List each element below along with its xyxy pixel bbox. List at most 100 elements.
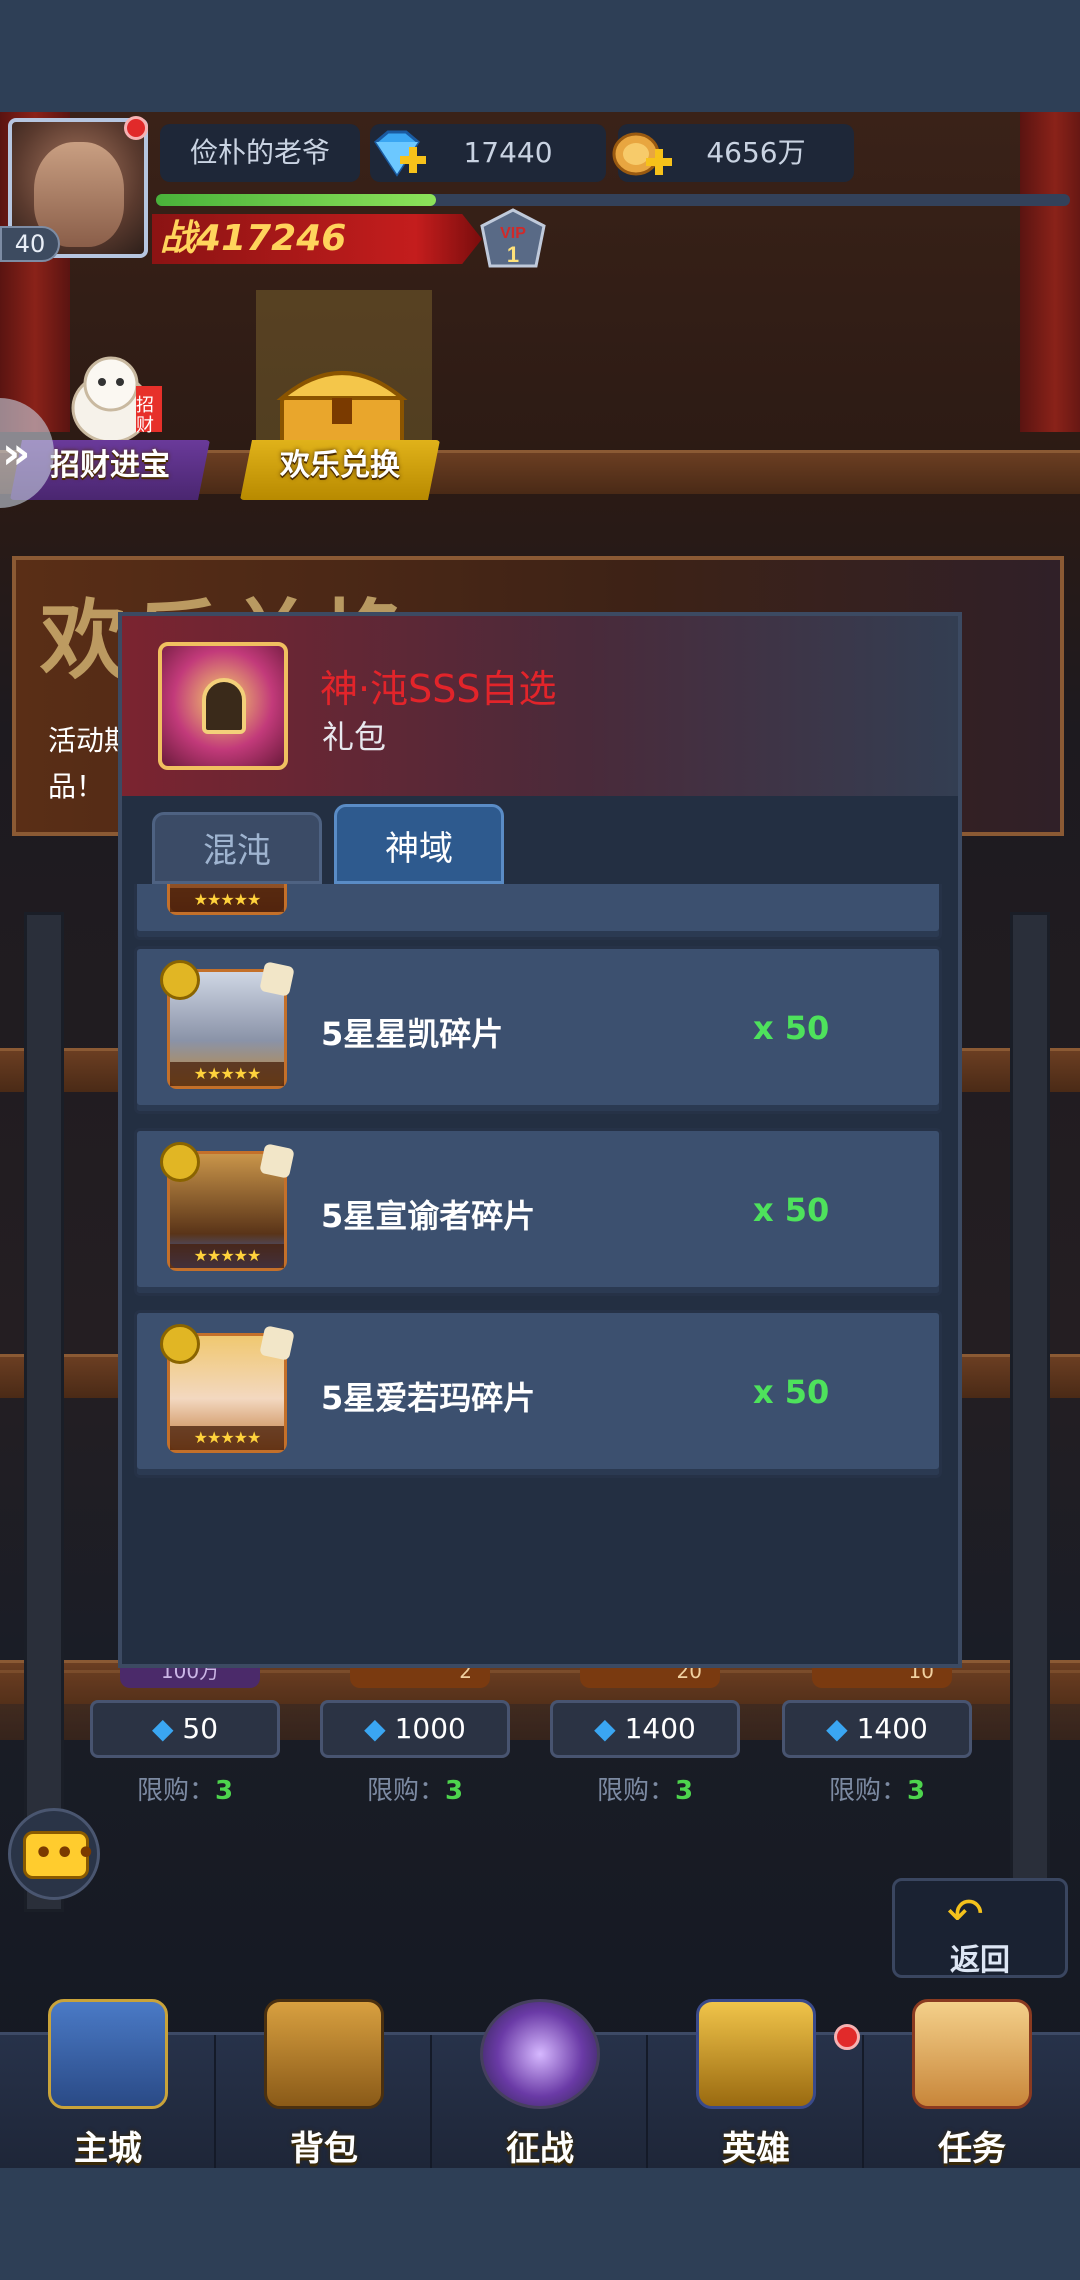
chat-button[interactable]: •••	[8, 1808, 100, 1900]
helmet-icon	[696, 1999, 816, 2109]
return-arrow-icon: ↶	[947, 1889, 984, 1940]
nav-label: 英雄	[722, 2129, 790, 2169]
diamond-icon: ◆	[826, 1712, 848, 1745]
limit-label: 限购：	[136, 1776, 215, 1806]
nav-item-main-city[interactable]: 主城	[0, 1999, 216, 2171]
item-quantity: x 50	[753, 1373, 830, 1411]
purchase-limit: 限购：3	[320, 1770, 510, 1807]
list-item: ★★★★★ 5星宣谕者碎片 x 50	[134, 1128, 942, 1296]
price-value: 1000	[394, 1712, 466, 1745]
experience-bar	[156, 194, 1070, 206]
bottom-system-band	[0, 2168, 1080, 2280]
experience-fill	[156, 194, 436, 206]
nav-label: 主城	[74, 2129, 142, 2169]
nav-item-campaign[interactable]: 征战	[432, 1999, 648, 2171]
star-rating: ★★★★★	[170, 888, 284, 912]
hero-portrait-icon: ★★★★★	[160, 960, 295, 1089]
limit-value: 3	[214, 1776, 234, 1806]
lucky-cat-sign: 招财	[136, 395, 154, 436]
activity-label: 欢乐兑换	[280, 448, 400, 483]
nav-label: 征战	[506, 2129, 574, 2169]
puzzle-piece-icon	[259, 1143, 295, 1179]
gold-plus-icon[interactable]	[610, 124, 674, 182]
power-value: 417246	[196, 218, 347, 259]
purchase-limit: 限购：3	[782, 1770, 972, 1807]
back-button[interactable]: ↶ 返回	[892, 1878, 1068, 1978]
item-name: 5星宣谕者碎片	[321, 1197, 536, 1235]
leaf-badge-icon	[160, 1142, 200, 1182]
nav-label: 背包	[290, 2129, 358, 2169]
modal-header: 神·沌SSS自选 礼包	[122, 616, 958, 796]
player-level: 40	[0, 226, 60, 262]
price-button[interactable]: ◆ 1400	[782, 1700, 972, 1758]
resource-bar: 俭朴的老爷 17440 4656万	[152, 120, 1072, 190]
back-label: 返回	[950, 1943, 1010, 1978]
item-name: 5星星凯碎片	[321, 1015, 504, 1053]
star-rating: ★★★★★	[170, 1244, 284, 1268]
modal-title: 神·沌SSS自选	[320, 667, 557, 711]
chat-bubble-icon: •••	[23, 1831, 96, 1879]
list-item: ★★★★★ 5星星凯碎片 x 50	[134, 946, 942, 1114]
power-prefix: 战	[160, 218, 197, 259]
diamond-plus-icon[interactable]	[366, 130, 428, 178]
vip-badge[interactable]: VIP 1	[478, 208, 548, 272]
backpack-chest-icon	[264, 1999, 384, 2109]
puzzle-piece-icon	[259, 1325, 295, 1361]
limit-label: 限购：	[366, 1776, 445, 1806]
double-chevron-right-icon: »	[2, 428, 31, 479]
item-name: 5星爱若玛碎片	[321, 1379, 536, 1417]
puzzle-piece-icon	[259, 961, 295, 997]
limit-label: 限购：	[596, 1776, 675, 1806]
combat-power: 战417246	[160, 214, 346, 264]
price-button[interactable]: ◆ 50	[90, 1700, 280, 1758]
price-value: 50	[182, 1712, 219, 1745]
price-button[interactable]: ◆ 1400	[550, 1700, 740, 1758]
diamond-icon: ◆	[364, 1712, 386, 1745]
pillar	[1010, 912, 1050, 1912]
item-quantity: x 50	[753, 1191, 830, 1229]
gift-pack-modal: 神·沌SSS自选 礼包 混沌 神域 ★★★★★ ★★★★★ 5星星凯碎片 x 5…	[118, 612, 962, 1668]
hero-portrait-icon: ★★★★★	[160, 1324, 295, 1453]
list-item: ★★★★★ 5星爱若玛碎片 x 50	[134, 1310, 942, 1478]
price-button[interactable]: ◆ 1000	[320, 1700, 510, 1758]
nav-item-heroes[interactable]: 英雄	[648, 1999, 864, 2171]
modal-subtitle: 礼包	[322, 718, 387, 756]
hero-portrait-icon: ★★★★★	[167, 884, 287, 915]
limit-value: 3	[674, 1776, 694, 1806]
tab-chaos[interactable]: 混沌	[152, 812, 322, 884]
item-quantity: x 50	[753, 1009, 830, 1047]
price-value: 1400	[856, 1712, 928, 1745]
leaf-badge-icon	[160, 1324, 200, 1364]
dragon-portal-icon	[480, 1999, 600, 2109]
hero-portrait-icon: ★★★★★	[160, 1142, 295, 1271]
nav-label: 任务	[938, 2129, 1006, 2169]
gift-chest-icon	[158, 642, 288, 770]
star-rating: ★★★★★	[170, 1426, 284, 1450]
bottom-nav: 主城 背包 征战 英雄 任务	[0, 1999, 1080, 2171]
diamond-icon: ◆	[151, 1712, 174, 1745]
limit-label: 限购：	[828, 1776, 907, 1806]
list-item: ★★★★★	[134, 884, 942, 940]
leaf-badge-icon	[160, 960, 200, 1000]
purchase-limit: 限购：3	[90, 1770, 280, 1807]
notification-dot	[834, 2024, 860, 2050]
limit-value: 3	[444, 1776, 464, 1806]
notification-dot	[124, 116, 148, 140]
vip-level: 1	[507, 242, 519, 267]
castle-icon	[48, 1999, 168, 2109]
diamond-icon: ◆	[594, 1712, 616, 1745]
vip-label: VIP	[500, 225, 526, 242]
tab-divine-realm[interactable]: 神域	[334, 804, 504, 884]
chat-dots: •••	[34, 1836, 98, 1871]
top-system-band	[0, 0, 1080, 112]
nav-item-backpack[interactable]: 背包	[216, 1999, 432, 2171]
reward-list[interactable]: ★★★★★ ★★★★★ 5星星凯碎片 x 50 ★★★★★ 5星宣谕者碎片 x …	[134, 884, 946, 1488]
nav-item-quests[interactable]: 任务	[864, 1999, 1080, 2171]
scroll-icon	[912, 1999, 1032, 2109]
purchase-limit: 限购：3	[550, 1770, 740, 1807]
limit-value: 3	[906, 1776, 926, 1806]
star-rating: ★★★★★	[170, 1062, 284, 1086]
player-name: 俭朴的老爷	[160, 124, 360, 182]
lock-icon	[202, 678, 246, 734]
price-value: 1400	[624, 1712, 696, 1745]
